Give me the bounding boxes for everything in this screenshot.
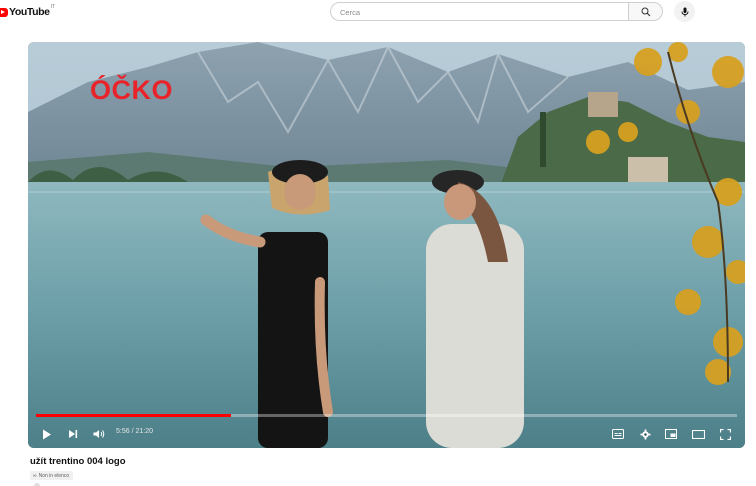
video-title: užít trentino 004 logo xyxy=(30,456,126,467)
search-icon xyxy=(641,7,650,16)
subtitles-button[interactable] xyxy=(608,424,628,444)
fullscreen-icon xyxy=(719,428,731,440)
search-button[interactable] xyxy=(628,2,663,21)
miniplayer-button[interactable] xyxy=(661,424,681,444)
settings-button[interactable] xyxy=(635,424,655,444)
theater-icon xyxy=(691,429,705,439)
country-code: IT xyxy=(50,4,56,10)
play-icon xyxy=(43,429,51,439)
visibility-badge: ∞ Non in elenco xyxy=(30,471,74,480)
search-input[interactable]: Cerca xyxy=(330,2,628,21)
progress-bar[interactable] xyxy=(36,414,737,417)
player-controls: 5:56 / 21:20 xyxy=(28,420,745,448)
progress-played xyxy=(36,414,231,417)
time-display: 5:56 / 21:20 xyxy=(116,428,153,435)
visibility-badge-label: Non in elenco xyxy=(38,472,70,479)
link-icon: ∞ xyxy=(33,472,37,479)
play-button[interactable] xyxy=(37,424,57,444)
search-placeholder: Cerca xyxy=(340,8,361,17)
channel-overlay-logo: ÓČKO xyxy=(90,75,173,105)
theater-mode-button[interactable] xyxy=(688,424,708,444)
voice-search-button[interactable] xyxy=(674,1,695,22)
youtube-logo[interactable]: YouTube IT xyxy=(0,4,56,18)
volume-icon xyxy=(93,430,105,438)
mic-icon xyxy=(681,7,688,16)
next-icon xyxy=(69,430,78,438)
subtitles-icon xyxy=(612,429,624,439)
video-player[interactable]: ÓČKO 5:56 / 21:20 xyxy=(28,42,745,448)
youtube-logo-icon xyxy=(0,7,8,17)
fullscreen-button[interactable] xyxy=(715,424,735,444)
logo-text: YouTube xyxy=(9,6,50,18)
volume-button[interactable] xyxy=(89,424,109,444)
next-button[interactable] xyxy=(63,424,83,444)
miniplayer-icon xyxy=(665,429,677,439)
settings-icon xyxy=(640,429,650,439)
